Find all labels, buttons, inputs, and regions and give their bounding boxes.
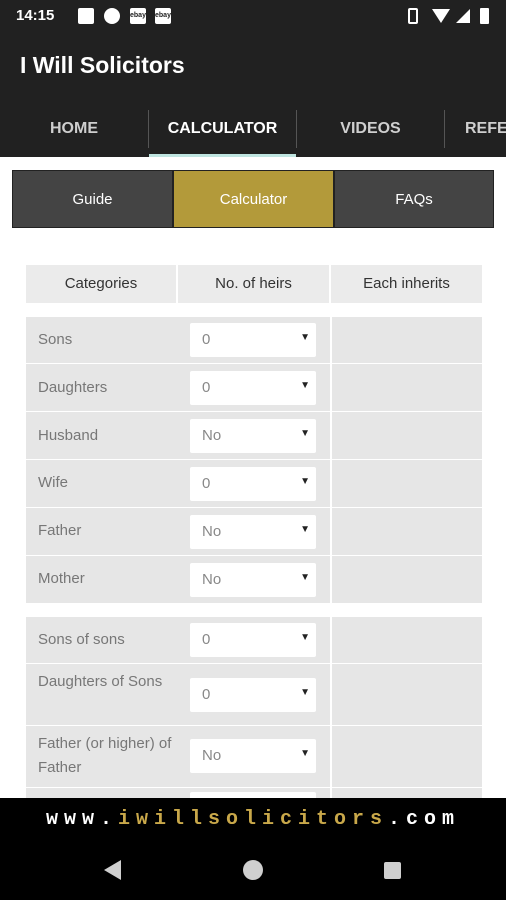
- select-value: 0: [202, 331, 211, 348]
- home-icon[interactable]: [243, 860, 263, 880]
- dropdown-arrow-icon: ▼: [300, 632, 310, 643]
- table-row: Husband No ▼: [26, 412, 482, 460]
- heirs-count-select[interactable]: 0 ▼: [190, 371, 316, 405]
- heirs-count-select[interactable]: No ▼: [190, 419, 316, 453]
- segment-guide[interactable]: Guide: [12, 170, 173, 228]
- website-url: www.iwillsolicitors.com: [46, 808, 460, 831]
- heirs-count-select[interactable]: 0 ▼: [190, 467, 316, 501]
- segment-faqs[interactable]: FAQs: [334, 170, 494, 228]
- table-row: Wife 0 ▼: [26, 460, 482, 508]
- system-nav-bar: [0, 841, 506, 900]
- tab-videos[interactable]: VIDEOS: [297, 100, 444, 157]
- dropdown-arrow-icon: ▼: [300, 476, 310, 487]
- header-each-inherits: Each inherits: [331, 265, 482, 303]
- heirs-count-select[interactable]: 0 ▼: [190, 623, 316, 657]
- row-label: Sons: [38, 331, 73, 348]
- row-label: Mother: [38, 570, 85, 587]
- select-value: No: [202, 523, 222, 540]
- heirs-group-secondary: Sons of sons 0 ▼ Daughters of Sons 0 ▼ F…: [26, 617, 482, 798]
- dropdown-arrow-icon: ▼: [300, 687, 310, 698]
- ebay-icon: ebay: [155, 8, 171, 24]
- table-row: Sons of sons 0 ▼: [26, 617, 482, 664]
- select-value: 0: [202, 379, 211, 396]
- dropdown-arrow-icon: ▼: [300, 748, 310, 759]
- dropdown-arrow-icon: ▼: [300, 332, 310, 343]
- row-label: Daughters of Sons: [38, 673, 163, 690]
- select-value: 0: [202, 686, 211, 703]
- header-no-of-heirs: No. of heirs: [178, 265, 329, 303]
- table-row: Father (or higher) of Father No ▼: [26, 726, 482, 788]
- battery-icon: [480, 8, 489, 24]
- row-label: Sons of sons: [38, 631, 125, 648]
- image-icon: [78, 8, 94, 24]
- wifi-icon: [432, 9, 450, 23]
- telegram-icon: [104, 8, 120, 24]
- active-tab-indicator: [149, 154, 296, 157]
- table-row: Mother No ▼: [26, 556, 482, 603]
- select-value: No: [202, 571, 222, 588]
- heirs-count-select[interactable]: No ▼: [190, 563, 316, 597]
- row-label: Daughters: [38, 379, 108, 396]
- status-bar: 14:15 ebay ebay: [0, 0, 506, 32]
- row-label: Father (or higher) of Father: [38, 735, 172, 776]
- dropdown-arrow-icon: ▼: [300, 428, 310, 439]
- heirs-count-select[interactable]: No ▼: [190, 739, 316, 773]
- app-bar: I Will Solicitors: [0, 32, 506, 100]
- tab-references[interactable]: REFE: [445, 100, 506, 157]
- header-categories: Categories: [26, 265, 176, 303]
- main-tabs: HOME CALCULATOR VIDEOS REFE: [0, 100, 506, 157]
- website-banner[interactable]: www.iwillsolicitors.com: [0, 798, 506, 841]
- tab-calculator-label: CALCULATOR: [167, 120, 278, 137]
- dropdown-arrow-icon: ▼: [300, 524, 310, 535]
- row-label: Father: [38, 522, 82, 539]
- tab-calculator[interactable]: CALCULATOR: [149, 100, 296, 157]
- table-row: Daughters 0 ▼: [26, 364, 482, 412]
- vibrate-icon: [408, 8, 418, 24]
- app-title: I Will Solicitors: [20, 52, 185, 78]
- table-row: Father No ▼: [26, 508, 482, 556]
- row-label: Husband: [38, 427, 99, 444]
- status-time: 14:15: [16, 7, 55, 24]
- url-domain: iwillsolicitors: [117, 808, 389, 831]
- dropdown-arrow-icon: ▼: [300, 380, 310, 391]
- select-value: 0: [202, 631, 211, 648]
- select-value: No: [202, 747, 222, 764]
- heirs-count-select[interactable]: 0 ▼: [190, 323, 316, 357]
- table-row: Daughters of Sons 0 ▼: [26, 664, 482, 726]
- recent-apps-icon[interactable]: [384, 862, 401, 879]
- url-suffix: .com: [388, 808, 461, 831]
- tab-home[interactable]: HOME: [0, 100, 148, 157]
- table-row: [26, 788, 482, 798]
- heirs-count-select[interactable]: No ▼: [190, 515, 316, 549]
- dropdown-arrow-icon: ▼: [300, 572, 310, 583]
- back-icon[interactable]: [104, 860, 121, 880]
- segment-calculator[interactable]: Calculator: [173, 170, 334, 228]
- select-value: 0: [202, 475, 211, 492]
- signal-icon: [456, 9, 470, 23]
- table-row: Sons 0 ▼: [26, 317, 482, 364]
- row-label: Wife: [38, 474, 68, 491]
- ebay-icon: ebay: [130, 8, 146, 24]
- url-prefix: www.: [45, 808, 118, 831]
- heirs-count-select[interactable]: 0 ▼: [190, 678, 316, 712]
- select-value: No: [202, 427, 222, 444]
- heirs-group-primary: Sons 0 ▼ Daughters 0 ▼ Husband No ▼ Wife…: [26, 317, 482, 603]
